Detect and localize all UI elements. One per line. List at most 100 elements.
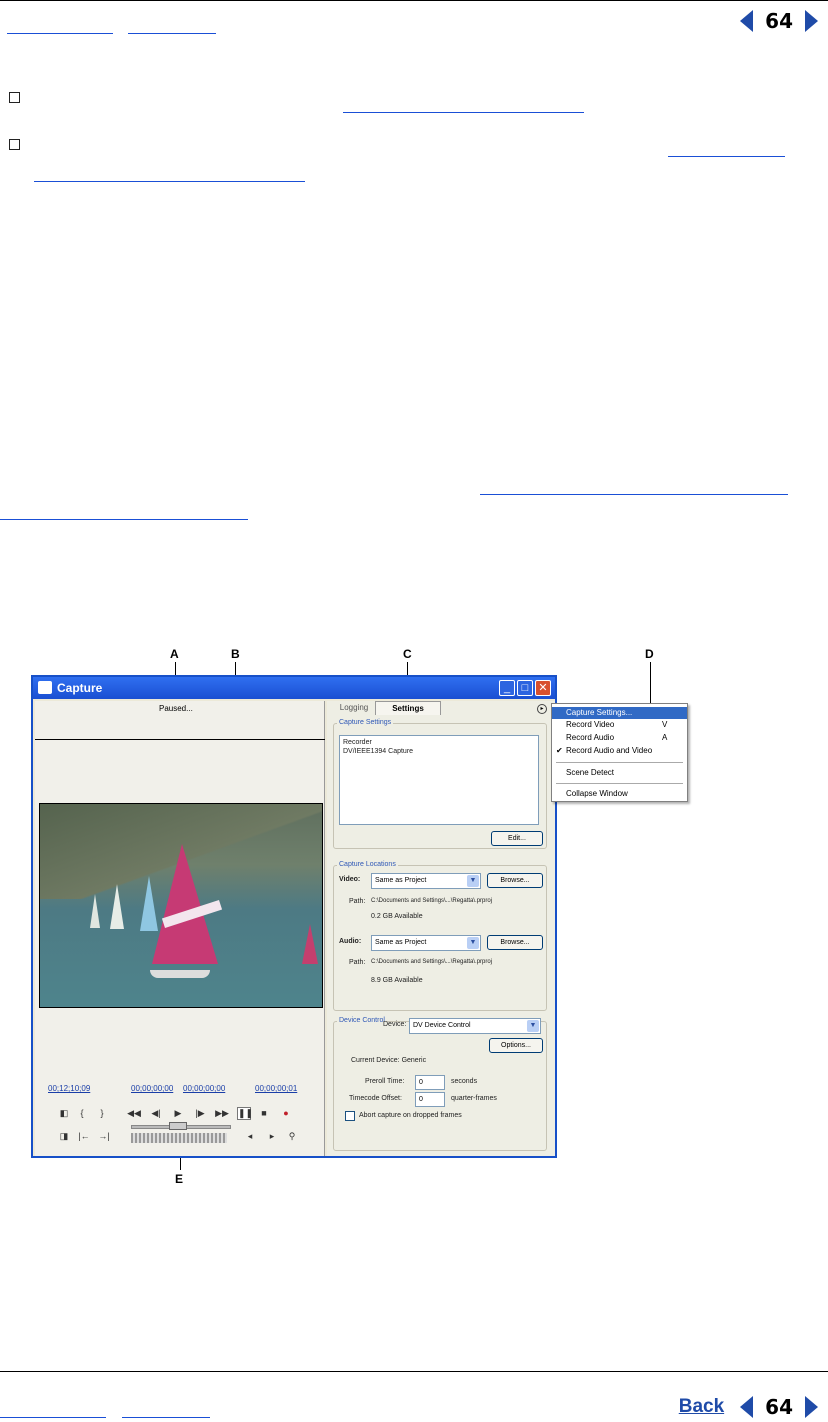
device-label: Device: bbox=[383, 1021, 407, 1028]
body-link-3-cont[interactable] bbox=[0, 519, 248, 520]
audio-path: C:\Documents and Settings\...\Regatta\.p… bbox=[371, 959, 493, 965]
shuttle-left-icon[interactable]: |← bbox=[77, 1131, 91, 1141]
next-scene-icon[interactable]: ▸ bbox=[265, 1131, 279, 1142]
previous-page-icon[interactable] bbox=[740, 1396, 754, 1418]
menu-item-label: Record Video bbox=[566, 720, 615, 729]
capture-settings-line-1: Recorder bbox=[343, 739, 372, 746]
tab-logging[interactable]: Logging bbox=[333, 701, 375, 715]
menu-item-label: Record Audio bbox=[566, 733, 615, 742]
previous-scene-icon[interactable]: ◂ bbox=[243, 1131, 257, 1142]
callout-c: C bbox=[403, 647, 412, 661]
shuttle-right-icon[interactable]: →| bbox=[97, 1131, 111, 1141]
body-link-2[interactable] bbox=[668, 156, 785, 157]
menu-item-collapse-window[interactable]: Collapse Window bbox=[552, 788, 687, 800]
play-icon[interactable]: ▶ bbox=[171, 1108, 185, 1119]
panel-menu-button[interactable]: ▸ bbox=[537, 704, 547, 714]
body-link-3[interactable] bbox=[480, 494, 788, 495]
back-link[interactable]: Back bbox=[679, 1396, 724, 1418]
footer-rule bbox=[0, 1371, 828, 1372]
video-preview bbox=[39, 803, 323, 1008]
page-number: 64 bbox=[765, 9, 793, 33]
previous-page-icon[interactable] bbox=[740, 10, 754, 32]
timecode-offset-label: Timecode Offset: bbox=[349, 1095, 402, 1102]
tab-settings[interactable]: Settings bbox=[375, 701, 441, 715]
jog-wheel[interactable] bbox=[131, 1133, 227, 1143]
set-in-icon[interactable]: ◧ bbox=[57, 1108, 71, 1119]
next-page-icon[interactable] bbox=[805, 10, 818, 32]
menu-item-label: Scene Detect bbox=[566, 768, 615, 777]
maximize-button[interactable]: □ bbox=[517, 680, 533, 696]
menu-item-record-audio-video[interactable]: ✔ Record Audio and Video bbox=[552, 745, 687, 757]
device-select[interactable]: DV Device Control ▼ bbox=[409, 1018, 541, 1034]
preroll-label: Preroll Time: bbox=[365, 1078, 405, 1085]
footer-link-1[interactable] bbox=[0, 1406, 106, 1418]
step-back-icon[interactable]: ◀| bbox=[149, 1108, 163, 1119]
video-path-label: Path: bbox=[349, 898, 366, 905]
scene-search-icon[interactable]: ⚲ bbox=[285, 1131, 299, 1142]
current-timecode[interactable]: 00;12;10;09 bbox=[48, 1084, 90, 1093]
go-to-out-icon[interactable]: } bbox=[95, 1108, 109, 1118]
preroll-unit: seconds bbox=[451, 1078, 478, 1085]
menu-item-label: Collapse Window bbox=[566, 789, 628, 798]
rewind-icon[interactable]: ◀◀ bbox=[127, 1108, 141, 1119]
capture-monitor-pane: Paused... 00;12;10;09 00;00;00;00 00;00;… bbox=[35, 701, 325, 1156]
small-sail-2 bbox=[140, 876, 158, 931]
audio-path-label: Path: bbox=[349, 959, 366, 966]
audio-location-value: Same as Project bbox=[375, 939, 427, 946]
go-to-in-icon[interactable]: { bbox=[75, 1108, 89, 1118]
callout-b: B bbox=[231, 647, 240, 661]
out-point-timecode[interactable]: 00;00;00;00 bbox=[183, 1084, 225, 1093]
capture-window-titlebar[interactable]: Capture bbox=[33, 677, 555, 699]
options-button[interactable]: Options... bbox=[489, 1038, 543, 1053]
duration-timecode[interactable]: 00;00;00;01 bbox=[255, 1084, 297, 1093]
menu-separator bbox=[556, 762, 683, 763]
stop-icon[interactable]: ■ bbox=[257, 1108, 271, 1118]
header-link-1[interactable] bbox=[7, 22, 113, 34]
callout-a: A bbox=[170, 647, 179, 661]
chevron-down-icon: ▼ bbox=[527, 1020, 539, 1032]
abort-checkbox[interactable] bbox=[345, 1111, 355, 1121]
video-browse-button[interactable]: Browse... bbox=[487, 873, 543, 888]
chevron-down-icon: ▼ bbox=[467, 875, 479, 887]
capture-window: Capture _ □ ✕ Paused... 00;12;10;09 00;0… bbox=[31, 675, 557, 1158]
minimize-button[interactable]: _ bbox=[499, 680, 515, 696]
timecode-offset-unit: quarter-frames bbox=[451, 1095, 497, 1102]
pause-icon[interactable]: ❚❚ bbox=[237, 1107, 253, 1120]
menu-item-record-video[interactable]: Record Video V bbox=[552, 719, 687, 731]
checkmark-icon: ✔ bbox=[556, 746, 563, 755]
audio-available: 8.9 GB Available bbox=[371, 977, 423, 984]
callout-d: D bbox=[645, 647, 654, 661]
shuttle-slider-handle[interactable] bbox=[169, 1122, 187, 1130]
fast-forward-icon[interactable]: ▶▶ bbox=[215, 1108, 229, 1119]
body-link-1[interactable] bbox=[343, 112, 584, 113]
in-point-timecode[interactable]: 00;00;00;00 bbox=[131, 1084, 173, 1093]
audio-location-select[interactable]: Same as Project ▼ bbox=[371, 935, 481, 951]
device-value: DV Device Control bbox=[413, 1022, 471, 1029]
bullet-icon bbox=[9, 92, 20, 103]
bullet-icon bbox=[9, 139, 20, 150]
body-link-2-cont[interactable] bbox=[34, 181, 305, 182]
footer-link-2[interactable] bbox=[122, 1406, 210, 1418]
audio-browse-button[interactable]: Browse... bbox=[487, 935, 543, 950]
preroll-input[interactable]: 0 bbox=[415, 1075, 445, 1090]
step-forward-icon[interactable]: |▶ bbox=[193, 1108, 207, 1119]
menu-item-scene-detect[interactable]: Scene Detect bbox=[552, 767, 687, 779]
callout-e: E bbox=[175, 1172, 184, 1186]
set-out-icon[interactable]: ◨ bbox=[57, 1131, 71, 1142]
menu-item-record-audio[interactable]: Record Audio A bbox=[552, 732, 687, 744]
capture-locations-label: Capture Locations bbox=[337, 861, 398, 868]
header-link-2[interactable] bbox=[128, 22, 216, 34]
timecode-offset-input[interactable]: 0 bbox=[415, 1092, 445, 1107]
video-location-select[interactable]: Same as Project ▼ bbox=[371, 873, 481, 889]
small-sail-1 bbox=[110, 884, 124, 929]
capture-window-title: Capture bbox=[57, 681, 103, 695]
video-label: Video: bbox=[339, 876, 361, 883]
transport-controls: ◧ { } ◀◀ ◀| ▶ |▶ ▶▶ ❚❚ ■ ● ◨ |← →| ◂ ▸ ⚲ bbox=[53, 1103, 309, 1149]
next-page-icon[interactable] bbox=[805, 1396, 818, 1418]
record-icon[interactable]: ● bbox=[279, 1108, 293, 1118]
edit-button[interactable]: Edit... bbox=[491, 831, 543, 846]
menu-item-capture-settings[interactable]: Capture Settings... bbox=[552, 707, 687, 719]
page-number: 64 bbox=[765, 1395, 793, 1419]
close-button[interactable]: ✕ bbox=[535, 680, 551, 696]
capture-settings-pane: Logging Settings ▸ Capture Settings Reco… bbox=[327, 701, 555, 1156]
